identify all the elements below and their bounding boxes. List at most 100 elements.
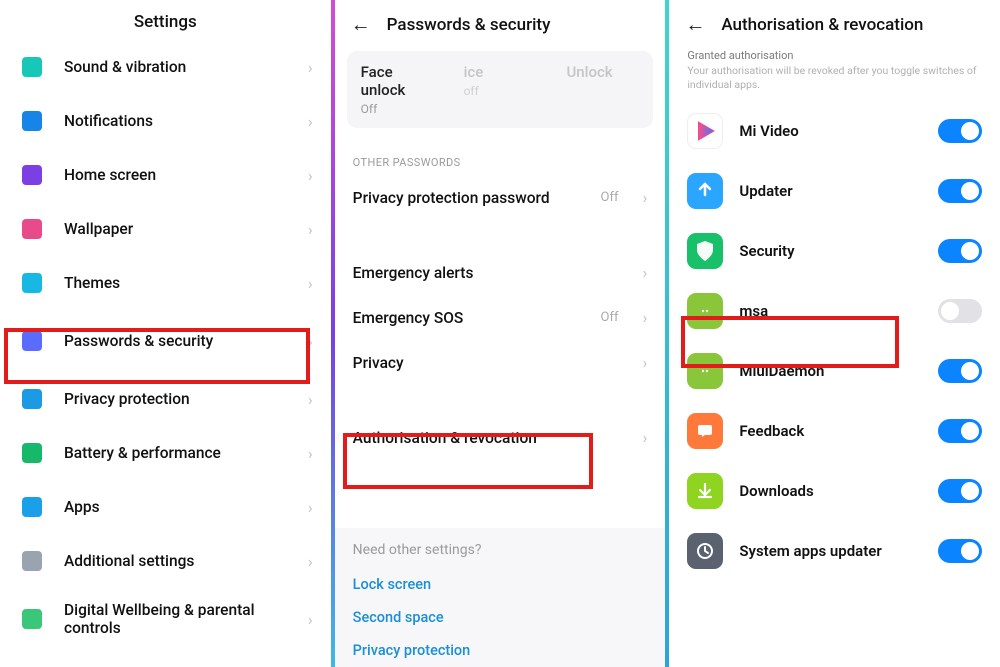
passwords-security-panel: ← Passwords & security Face unlock Off i…: [335, 0, 666, 667]
app-row: System apps updater: [669, 521, 1000, 581]
chevron-right-icon: ›: [308, 274, 313, 293]
other-settings-link[interactable]: Privacy protection: [353, 634, 648, 667]
app-label: Updater: [739, 182, 922, 200]
settings-item[interactable]: Home screen ›: [0, 148, 331, 202]
settings-item-label: Wallpaper: [64, 220, 290, 238]
page-title: Settings: [134, 12, 197, 32]
settings-item-icon: [18, 215, 46, 243]
app-toggle[interactable]: [938, 359, 982, 383]
app-row: Downloads: [669, 461, 1000, 521]
chevron-right-icon: ›: [308, 58, 313, 77]
chevron-right-icon: ›: [308, 444, 313, 463]
app-row: Mi Video: [669, 101, 1000, 161]
app-label: msa: [739, 302, 922, 320]
chevron-right-icon: ›: [308, 166, 313, 185]
app-toggle[interactable]: [938, 239, 982, 263]
app-toggle[interactable]: [938, 419, 982, 443]
other-settings-link[interactable]: Second space: [353, 601, 648, 634]
security-item-value: Off: [601, 310, 619, 325]
settings-item[interactable]: Privacy protection ›: [0, 372, 331, 426]
face-unlock-card[interactable]: Face unlock Off ice off Unlock: [347, 51, 654, 128]
face-unlock-status: Off: [361, 102, 434, 116]
settings-item-label: Sound & vibration: [64, 58, 290, 76]
app-icon: [687, 293, 723, 329]
section-label: OTHER PASSWORDS: [335, 138, 666, 175]
security-item-label: Emergency SOS: [353, 309, 583, 327]
description-title: Granted authorisation: [687, 49, 982, 62]
security-item-value: Off: [601, 190, 619, 205]
chevron-right-icon: ›: [308, 112, 313, 131]
security-list: Privacy protection password Off › Emerge…: [335, 175, 666, 528]
settings-item-label: Passwords & security: [64, 332, 290, 350]
settings-item-icon: [18, 161, 46, 189]
settings-item-icon: [18, 605, 46, 633]
app-row: MiuiDaemon: [669, 341, 1000, 401]
app-icon: [687, 113, 723, 149]
settings-item[interactable]: Sound & vibration ›: [0, 40, 331, 94]
header: ← Authorisation & revocation: [669, 0, 1000, 45]
settings-panel: Settings Sound & vibration › Notificatio…: [0, 0, 331, 667]
page-title: Passwords & security: [387, 15, 551, 35]
header: Settings: [0, 0, 331, 40]
app-icon: [687, 233, 723, 269]
settings-item[interactable]: Apps ›: [0, 480, 331, 534]
other-settings-link[interactable]: Lock screen: [353, 568, 648, 601]
description-text: Your authorisation will be revoked after…: [687, 64, 982, 91]
chevron-right-icon: ›: [643, 353, 648, 372]
settings-item-icon: [18, 385, 46, 413]
settings-item-label: Battery & performance: [64, 444, 290, 462]
chevron-right-icon: ›: [643, 428, 648, 447]
settings-item-icon: [18, 493, 46, 521]
app-icon: [687, 473, 723, 509]
chevron-right-icon: ›: [643, 263, 648, 282]
app-toggle[interactable]: [938, 299, 982, 323]
chevron-right-icon: ›: [308, 390, 313, 409]
settings-item[interactable]: Additional settings ›: [0, 534, 331, 588]
settings-item[interactable]: Notifications ›: [0, 94, 331, 148]
settings-item[interactable]: Passwords & security ›: [0, 310, 331, 372]
app-toggle[interactable]: [938, 119, 982, 143]
app-label: Security: [739, 242, 922, 260]
chevron-right-icon: ›: [308, 220, 313, 239]
chevron-right-icon: ›: [308, 552, 313, 571]
app-toggle[interactable]: [938, 179, 982, 203]
app-label: MiuiDaemon: [739, 362, 922, 380]
security-item[interactable]: Emergency SOS Off ›: [335, 295, 666, 340]
page-title: Authorisation & revocation: [721, 15, 923, 35]
app-toggle[interactable]: [938, 539, 982, 563]
settings-item[interactable]: Wallpaper ›: [0, 202, 331, 256]
security-item[interactable]: Emergency alerts ›: [335, 250, 666, 295]
app-row: Updater: [669, 161, 1000, 221]
settings-item[interactable]: Themes ›: [0, 256, 331, 310]
settings-item-icon: [18, 53, 46, 81]
settings-list: Sound & vibration › Notifications › Home…: [0, 40, 331, 667]
security-item[interactable]: Privacy ›: [335, 340, 666, 385]
chevron-right-icon: ›: [643, 308, 648, 327]
settings-item-label: Themes: [64, 274, 290, 292]
app-row: msa: [669, 281, 1000, 341]
app-toggle[interactable]: [938, 479, 982, 503]
security-item-label: Privacy: [353, 354, 625, 372]
app-icon: [687, 533, 723, 569]
app-label: Mi Video: [739, 122, 922, 140]
other-settings-title: Need other settings?: [353, 542, 648, 558]
settings-item[interactable]: Battery & performance ›: [0, 426, 331, 480]
chevron-right-icon: ›: [308, 332, 313, 351]
app-label: Downloads: [739, 482, 922, 500]
settings-item-icon: [18, 269, 46, 297]
app-label: System apps updater: [739, 542, 922, 560]
settings-item-icon: [18, 547, 46, 575]
settings-item[interactable]: Digital Wellbeing & parental controls ›: [0, 588, 331, 650]
header: ← Passwords & security: [335, 0, 666, 45]
settings-item-label: Digital Wellbeing & parental controls: [64, 601, 290, 637]
security-item[interactable]: Authorisation & revocation ›: [335, 415, 666, 460]
security-item-label: Authorisation & revocation: [353, 429, 625, 447]
app-icon: [687, 413, 723, 449]
chevron-right-icon: ›: [308, 498, 313, 517]
back-icon[interactable]: ←: [351, 12, 371, 37]
chevron-right-icon: ›: [643, 188, 648, 207]
other-settings-block: Need other settings? Lock screenSecond s…: [335, 528, 666, 667]
back-icon[interactable]: ←: [685, 12, 705, 37]
app-label: Feedback: [739, 422, 922, 440]
security-item[interactable]: Privacy protection password Off ›: [335, 175, 666, 220]
